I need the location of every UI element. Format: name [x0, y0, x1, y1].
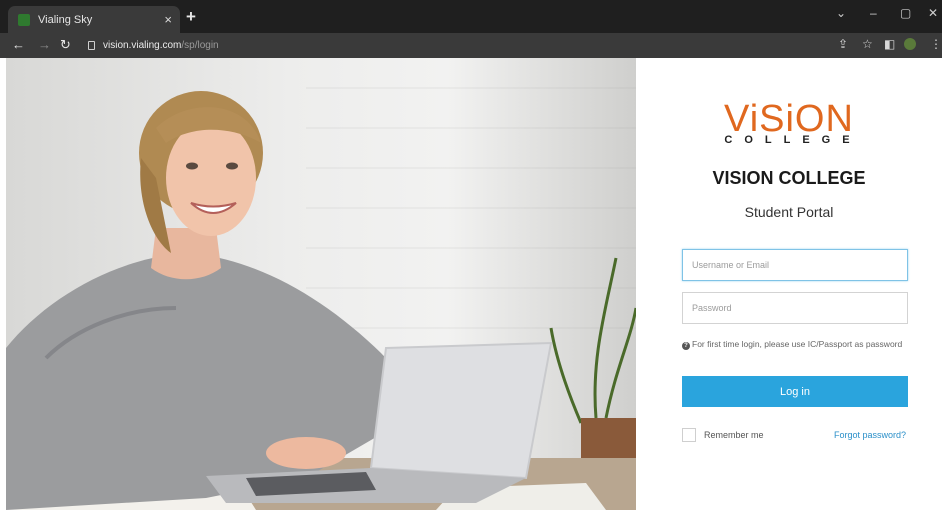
- question-icon: ?: [682, 342, 690, 350]
- forgot-password-link[interactable]: Forgot password?: [834, 430, 906, 440]
- tab-search-icon[interactable]: ⌄: [836, 6, 846, 20]
- browser-tab-strip: Vialing Sky × + ⌄ – ▢ ✕: [0, 0, 942, 33]
- lock-icon[interactable]: [88, 41, 95, 50]
- remember-me[interactable]: Remember me: [682, 428, 764, 442]
- remember-me-checkbox[interactable]: [682, 428, 696, 442]
- side-panel-icon[interactable]: ◧: [884, 38, 895, 50]
- site-favicon-icon: [18, 13, 30, 26]
- minimize-button[interactable]: –: [870, 6, 877, 20]
- reload-icon[interactable]: ↻: [60, 38, 71, 51]
- login-panel: ViSiON COLLEGE VISION COLLEGE Student Po…: [636, 58, 942, 510]
- password-input[interactable]: [682, 292, 908, 324]
- share-icon[interactable]: ⇪: [838, 38, 848, 50]
- forward-arrow-icon[interactable]: →: [38, 38, 51, 51]
- login-hint-text: For first time login, please use IC/Pass…: [692, 339, 903, 349]
- login-button[interactable]: Log in: [682, 376, 908, 407]
- username-input[interactable]: [682, 249, 908, 281]
- remember-me-label: Remember me: [704, 430, 764, 440]
- portal-subtitle: Student Portal: [744, 204, 834, 220]
- url-path: /sp/login: [181, 40, 219, 51]
- browser-tab[interactable]: Vialing Sky ×: [8, 6, 180, 33]
- url-host: vision.vialing.com: [103, 40, 182, 51]
- hero-photo: [6, 58, 636, 510]
- new-tab-button[interactable]: +: [186, 8, 196, 25]
- browser-toolbar: ← → ↻ vision.vialing.com /sp/login ⇪ ☆ ◧…: [0, 33, 942, 58]
- browser-menu-icon[interactable]: ⋮: [930, 38, 942, 50]
- close-window-button[interactable]: ✕: [928, 6, 938, 20]
- address-bar[interactable]: vision.vialing.com /sp/login: [84, 36, 824, 55]
- maximize-button[interactable]: ▢: [900, 6, 911, 20]
- tab-close-icon[interactable]: ×: [164, 13, 172, 26]
- bookmark-star-icon[interactable]: ☆: [862, 38, 873, 50]
- page-title: VISION COLLEGE: [712, 168, 866, 188]
- login-hint: ? For first time login, please use IC/Pas…: [682, 338, 912, 350]
- profile-avatar[interactable]: [904, 38, 916, 50]
- back-arrow-icon[interactable]: ←: [12, 38, 25, 51]
- student-with-laptop-illustration: [6, 87, 636, 510]
- tab-title: Vialing Sky: [38, 13, 93, 26]
- college-logo-subtitle: COLLEGE: [724, 134, 862, 146]
